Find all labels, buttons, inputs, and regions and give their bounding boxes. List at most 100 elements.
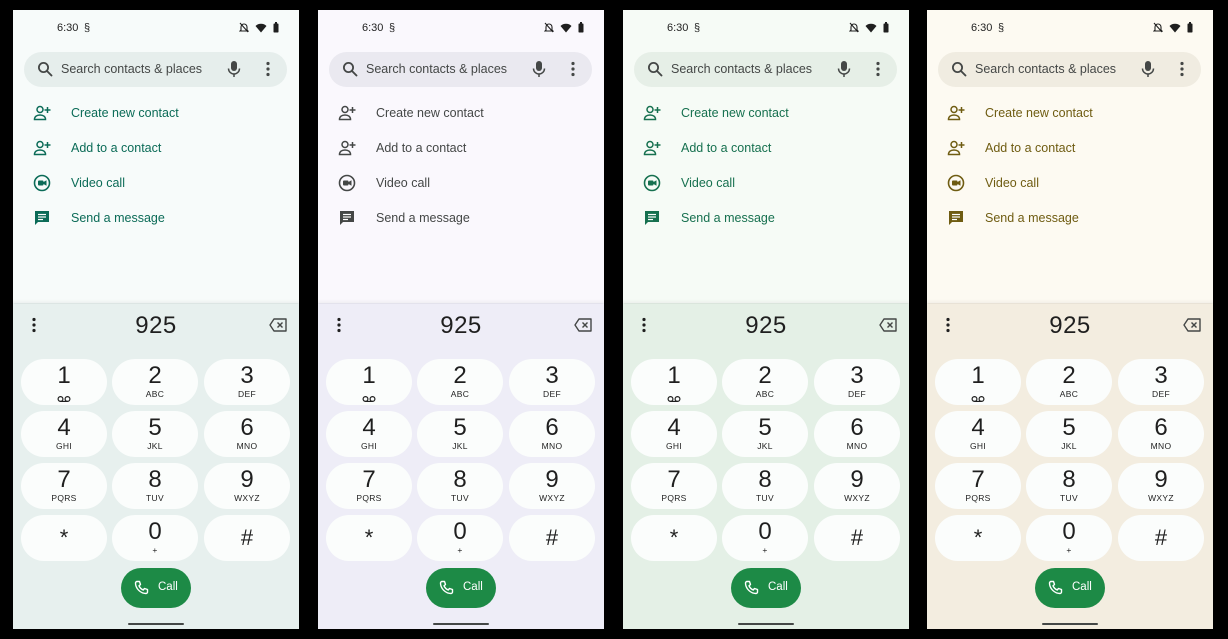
send-message-action[interactable]: Send a message — [623, 203, 909, 233]
dial-key[interactable]: 6 MNO — [204, 411, 290, 457]
send-message-action[interactable]: Send a message — [927, 203, 1213, 233]
call-button[interactable]: Call — [1035, 568, 1105, 608]
backspace-icon[interactable] — [879, 318, 897, 332]
dial-key[interactable]: 1 — [631, 359, 717, 405]
video-call-action[interactable]: Video call — [927, 168, 1213, 198]
create-new-contact-action[interactable]: Create new contact — [623, 98, 909, 128]
dial-key[interactable]: 3 DEF — [509, 359, 595, 405]
dial-key[interactable]: 4 GHI — [326, 411, 412, 457]
dial-key[interactable]: 0 + — [417, 515, 503, 561]
dial-key[interactable]: 5 JKL — [722, 411, 808, 457]
search-icon — [342, 61, 358, 77]
dial-key[interactable]: 0 + — [112, 515, 198, 561]
dial-key[interactable]: # — [509, 515, 595, 561]
dial-key[interactable]: 5 JKL — [417, 411, 503, 457]
dial-key[interactable]: 2 ABC — [1026, 359, 1112, 405]
dialed-number[interactable]: 925 — [927, 312, 1213, 340]
dial-key[interactable]: 4 GHI — [935, 411, 1021, 457]
send-message-action[interactable]: Send a message — [13, 203, 299, 233]
more-vert-icon[interactable] — [1177, 61, 1187, 77]
dial-key[interactable]: * — [631, 515, 717, 561]
dial-key[interactable]: 7 PQRS — [326, 463, 412, 509]
more-vert-icon[interactable] — [568, 61, 578, 77]
key-digit: 0 — [1062, 518, 1076, 545]
create-new-contact-action[interactable]: Create new contact — [927, 98, 1213, 128]
dial-key[interactable]: 4 GHI — [631, 411, 717, 457]
mic-icon[interactable] — [532, 60, 546, 78]
dial-key[interactable]: 7 PQRS — [935, 463, 1021, 509]
backspace-icon[interactable] — [269, 318, 287, 332]
dial-key[interactable]: # — [1118, 515, 1204, 561]
backspace-icon[interactable] — [1183, 318, 1201, 332]
dial-key[interactable]: 0 + — [722, 515, 808, 561]
add-to-contact-action[interactable]: Add to a contact — [318, 133, 604, 163]
dial-key[interactable]: * — [935, 515, 1021, 561]
call-label: Call — [158, 581, 178, 593]
video-call-action[interactable]: Video call — [318, 168, 604, 198]
dial-key[interactable]: 2 ABC — [722, 359, 808, 405]
dialed-number[interactable]: 925 — [318, 312, 604, 340]
key-letters: GHI — [360, 441, 377, 451]
dial-key[interactable]: 1 — [326, 359, 412, 405]
search-input[interactable]: Search contacts & places — [61, 62, 202, 76]
dial-key[interactable]: 0 + — [1026, 515, 1112, 561]
dial-key[interactable]: # — [204, 515, 290, 561]
mic-icon[interactable] — [227, 60, 241, 78]
dialpad: 925 1 2 ABC 3 DEF 4 GHI 5 JKL 6 MNO 7 PQRS 8 TUV 9 WXYZ *… — [623, 299, 909, 629]
send-message-action[interactable]: Send a message — [318, 203, 604, 233]
dial-key[interactable]: 9 WXYZ — [1118, 463, 1204, 509]
search-input[interactable]: Search contacts & places — [671, 62, 812, 76]
dial-key[interactable]: # — [814, 515, 900, 561]
more-vert-icon[interactable] — [873, 61, 883, 77]
key-digit: 6 — [850, 414, 864, 441]
dial-key[interactable]: 6 MNO — [1118, 411, 1204, 457]
call-button[interactable]: Call — [426, 568, 496, 608]
search-bar[interactable]: Search contacts & places — [329, 52, 592, 87]
dial-key[interactable]: 9 WXYZ — [814, 463, 900, 509]
call-button[interactable]: Call — [731, 568, 801, 608]
search-bar[interactable]: Search contacts & places — [938, 52, 1201, 87]
dial-key[interactable]: 1 — [21, 359, 107, 405]
dial-key[interactable]: 8 TUV — [112, 463, 198, 509]
dial-key[interactable]: 4 GHI — [21, 411, 107, 457]
dial-key[interactable]: 8 TUV — [1026, 463, 1112, 509]
dial-key[interactable]: 6 MNO — [509, 411, 595, 457]
voicemail-icon — [667, 390, 681, 403]
dial-key[interactable]: 5 JKL — [1026, 411, 1112, 457]
dial-key[interactable]: 2 ABC — [417, 359, 503, 405]
dial-key[interactable]: 8 TUV — [722, 463, 808, 509]
dial-key[interactable]: * — [21, 515, 107, 561]
add-to-contact-action[interactable]: Add to a contact — [927, 133, 1213, 163]
dial-key[interactable]: 1 — [935, 359, 1021, 405]
dial-key[interactable]: 2 ABC — [112, 359, 198, 405]
dial-key[interactable]: 9 WXYZ — [204, 463, 290, 509]
mic-icon[interactable] — [1141, 60, 1155, 78]
mic-icon[interactable] — [837, 60, 851, 78]
dial-key[interactable]: 3 DEF — [1118, 359, 1204, 405]
dial-key[interactable]: 3 DEF — [814, 359, 900, 405]
dialed-number[interactable]: 925 — [13, 312, 299, 340]
create-new-contact-action[interactable]: Create new contact — [318, 98, 604, 128]
more-vert-icon[interactable] — [263, 61, 273, 77]
video-call-action[interactable]: Video call — [623, 168, 909, 198]
dialed-number[interactable]: 925 — [623, 312, 909, 340]
search-bar[interactable]: Search contacts & places — [634, 52, 897, 87]
create-new-contact-action[interactable]: Create new contact — [13, 98, 299, 128]
video-call-action[interactable]: Video call — [13, 168, 299, 198]
dial-key[interactable]: * — [326, 515, 412, 561]
backspace-icon[interactable] — [574, 318, 592, 332]
call-button[interactable]: Call — [121, 568, 191, 608]
search-bar[interactable]: Search contacts & places — [24, 52, 287, 87]
search-input[interactable]: Search contacts & places — [366, 62, 507, 76]
add-to-contact-action[interactable]: Add to a contact — [623, 133, 909, 163]
dial-key[interactable]: 7 PQRS — [21, 463, 107, 509]
dial-key[interactable]: 6 MNO — [814, 411, 900, 457]
dial-key[interactable]: 3 DEF — [204, 359, 290, 405]
search-input[interactable]: Search contacts & places — [975, 62, 1116, 76]
key-letters: WXYZ — [844, 493, 870, 503]
dial-key[interactable]: 7 PQRS — [631, 463, 717, 509]
dial-key[interactable]: 9 WXYZ — [509, 463, 595, 509]
dial-key[interactable]: 5 JKL — [112, 411, 198, 457]
add-to-contact-action[interactable]: Add to a contact — [13, 133, 299, 163]
dial-key[interactable]: 8 TUV — [417, 463, 503, 509]
